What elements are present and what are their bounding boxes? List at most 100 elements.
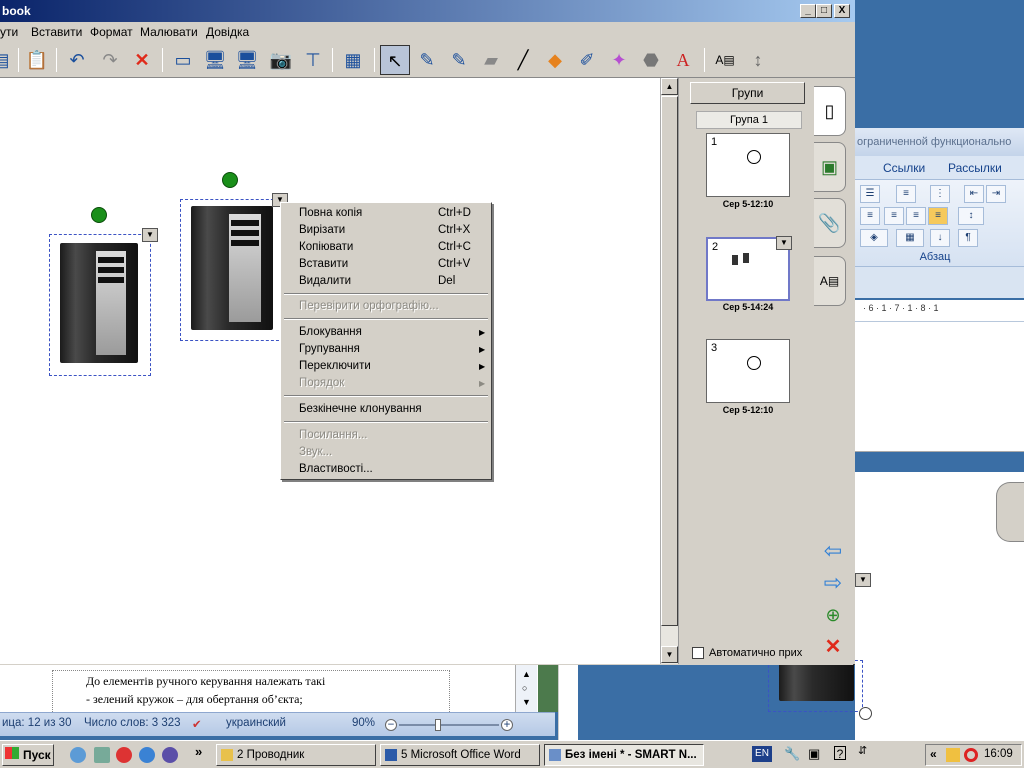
next-page-icon[interactable]: ⇨ — [820, 571, 846, 595]
properties-icon[interactable]: A▤ — [710, 45, 740, 75]
selected-object-frame[interactable] — [49, 234, 151, 376]
bullets-icon[interactable]: ☰ — [860, 185, 880, 203]
menu-item-properties[interactable]: Властивості... — [299, 463, 373, 475]
media-player-icon[interactable] — [162, 747, 178, 763]
select-arrow-icon[interactable]: ↖ — [380, 45, 410, 75]
canvas-scrollbar[interactable]: ▲ ▼ — [660, 78, 678, 664]
eraser-icon[interactable]: ▰ — [476, 45, 506, 75]
status-page[interactable]: ица: 12 из 30 — [2, 717, 71, 729]
opera-tray-icon[interactable] — [964, 748, 978, 762]
save-icon[interactable]: ▤ — [0, 45, 16, 75]
zoom-slider[interactable]: − + — [385, 719, 515, 731]
chevron-up-icon[interactable]: ▲ — [522, 669, 531, 679]
align-left-icon[interactable]: ≡ — [860, 207, 880, 225]
chevron-down-icon[interactable]: ▼ — [522, 697, 531, 707]
menu-item-paste[interactable]: Вставити — [299, 258, 348, 270]
menu-insert[interactable]: Вставити — [31, 25, 82, 39]
quicklaunch-chevron[interactable]: » — [195, 744, 202, 759]
quicklaunch-icon[interactable] — [70, 747, 86, 763]
add-page-icon[interactable]: ⊕ — [820, 603, 846, 627]
properties-tab-icon[interactable]: A▤ — [814, 256, 846, 306]
tab-mailings[interactable]: Рассылки — [948, 161, 1002, 175]
screen-capture-icon[interactable]: 📷 — [266, 45, 296, 75]
move-toolbar-icon[interactable]: ↕ — [743, 45, 773, 75]
multilevel-list-icon[interactable]: ⋮ — [930, 185, 950, 203]
menu-item-flip[interactable]: Переключити — [299, 360, 371, 372]
zoom-thumb[interactable] — [435, 719, 441, 731]
redo-icon[interactable]: ↷ — [95, 45, 125, 75]
sort-icon[interactable]: ↓ — [930, 229, 950, 247]
increase-indent-icon[interactable]: ⇥ — [986, 185, 1006, 203]
table-icon[interactable]: ▦ — [338, 45, 368, 75]
page-menu-button[interactable]: ▼ — [776, 236, 792, 250]
previous-page-icon[interactable]: ⇦ — [820, 539, 846, 563]
menu-item-grouping[interactable]: Групування — [299, 343, 360, 355]
borders-icon[interactable]: ▦ — [896, 229, 924, 247]
attachments-tab-icon[interactable]: 📎 — [814, 198, 846, 248]
menu-edit[interactable]: ути — [0, 25, 18, 39]
full-screen-icon[interactable]: 🖥 — [200, 45, 230, 75]
status-language[interactable]: украинский — [226, 717, 286, 729]
maximize-button[interactable]: □ — [816, 4, 832, 18]
scroll-up-icon[interactable]: ▲ — [661, 78, 678, 95]
menu-item-delete[interactable]: Видалити — [299, 275, 351, 287]
ie-icon[interactable] — [139, 747, 155, 763]
tray-app-icon[interactable] — [946, 748, 960, 762]
scroll-thumb[interactable] — [661, 96, 678, 626]
menu-item-cut[interactable]: Вирізати — [299, 224, 345, 236]
word-scrollbar[interactable]: ▲ ○ ▼ — [515, 665, 537, 712]
screen-shade-icon[interactable]: ▭ — [168, 45, 198, 75]
shading-icon[interactable]: ◈ — [860, 229, 888, 247]
page-thumbnail[interactable]: 1 — [706, 133, 790, 197]
help-icon[interactable]: ? — [834, 746, 846, 761]
auto-hide-checkbox[interactable] — [692, 647, 704, 659]
align-right-icon[interactable]: ≡ — [906, 207, 926, 225]
rotation-handle[interactable] — [91, 207, 107, 223]
document-camera-icon[interactable]: ⊤ — [298, 45, 328, 75]
rotation-handle[interactable] — [859, 707, 872, 720]
undo-icon[interactable]: ↶ — [62, 45, 92, 75]
line-spacing-icon[interactable]: ↕ — [958, 207, 984, 225]
tool-icon[interactable]: 🔧 — [784, 746, 800, 762]
magic-pen-icon[interactable]: ✦ — [604, 45, 634, 75]
gallery-tab-icon[interactable]: ▣ — [814, 142, 846, 192]
menu-item-copy[interactable]: Копіювати — [299, 241, 353, 253]
desktop-icon[interactable] — [94, 747, 110, 763]
shape-pen-icon[interactable]: ✐ — [572, 45, 602, 75]
paste-icon[interactable]: 📋 — [22, 45, 52, 75]
groups-button[interactable]: Групи — [690, 82, 805, 104]
page-thumbnail-selected[interactable]: 2 ▼ — [706, 236, 792, 301]
align-center-icon[interactable]: ≡ — [884, 207, 904, 225]
pilcrow-icon[interactable]: ¶ — [958, 229, 978, 247]
status-words[interactable]: Число слов: 3 323 — [84, 717, 181, 729]
zoom-level[interactable]: 90% — [352, 717, 375, 729]
page-sorter-tab-icon[interactable]: ▯ — [814, 86, 846, 136]
menu-draw[interactable]: Малювати — [140, 25, 198, 39]
text-icon[interactable]: A — [668, 45, 698, 75]
decrease-indent-icon[interactable]: ⇤ — [964, 185, 984, 203]
menu-help[interactable]: Довідка — [206, 25, 249, 39]
line-icon[interactable]: ╱ — [508, 45, 538, 75]
delete-icon[interactable]: ✕ — [127, 45, 157, 75]
circle-icon[interactable]: ○ — [522, 683, 527, 693]
task-word[interactable]: 5 Microsoft Office Word — [380, 744, 540, 766]
numbering-icon[interactable]: ≡ — [896, 185, 916, 203]
page-thumbnail[interactable]: 3 — [706, 339, 790, 403]
rotation-handle[interactable] — [222, 172, 238, 188]
zoom-out-icon[interactable]: − — [385, 719, 397, 731]
object-menu-button[interactable]: ▼ — [855, 573, 871, 587]
creative-pen-icon[interactable]: ✎ — [444, 45, 474, 75]
language-indicator[interactable]: EN — [752, 746, 772, 762]
fill-icon[interactable]: ⬣ — [636, 45, 666, 75]
tray-chevron[interactable]: « — [930, 747, 937, 761]
scroll-down-icon[interactable]: ▼ — [661, 646, 678, 663]
pen-icon[interactable]: ✎ — [412, 45, 442, 75]
opera-icon[interactable] — [116, 747, 132, 763]
justify-icon[interactable]: ≡ — [928, 207, 948, 225]
close-button[interactable]: X — [834, 4, 850, 18]
side-panel-handle[interactable] — [996, 482, 1024, 542]
spellcheck-icon[interactable]: ✔ — [192, 717, 202, 731]
selected-object-frame[interactable] — [180, 199, 284, 341]
object-menu-button[interactable]: ▼ — [142, 228, 158, 242]
group-label[interactable]: Група 1 — [696, 111, 802, 129]
